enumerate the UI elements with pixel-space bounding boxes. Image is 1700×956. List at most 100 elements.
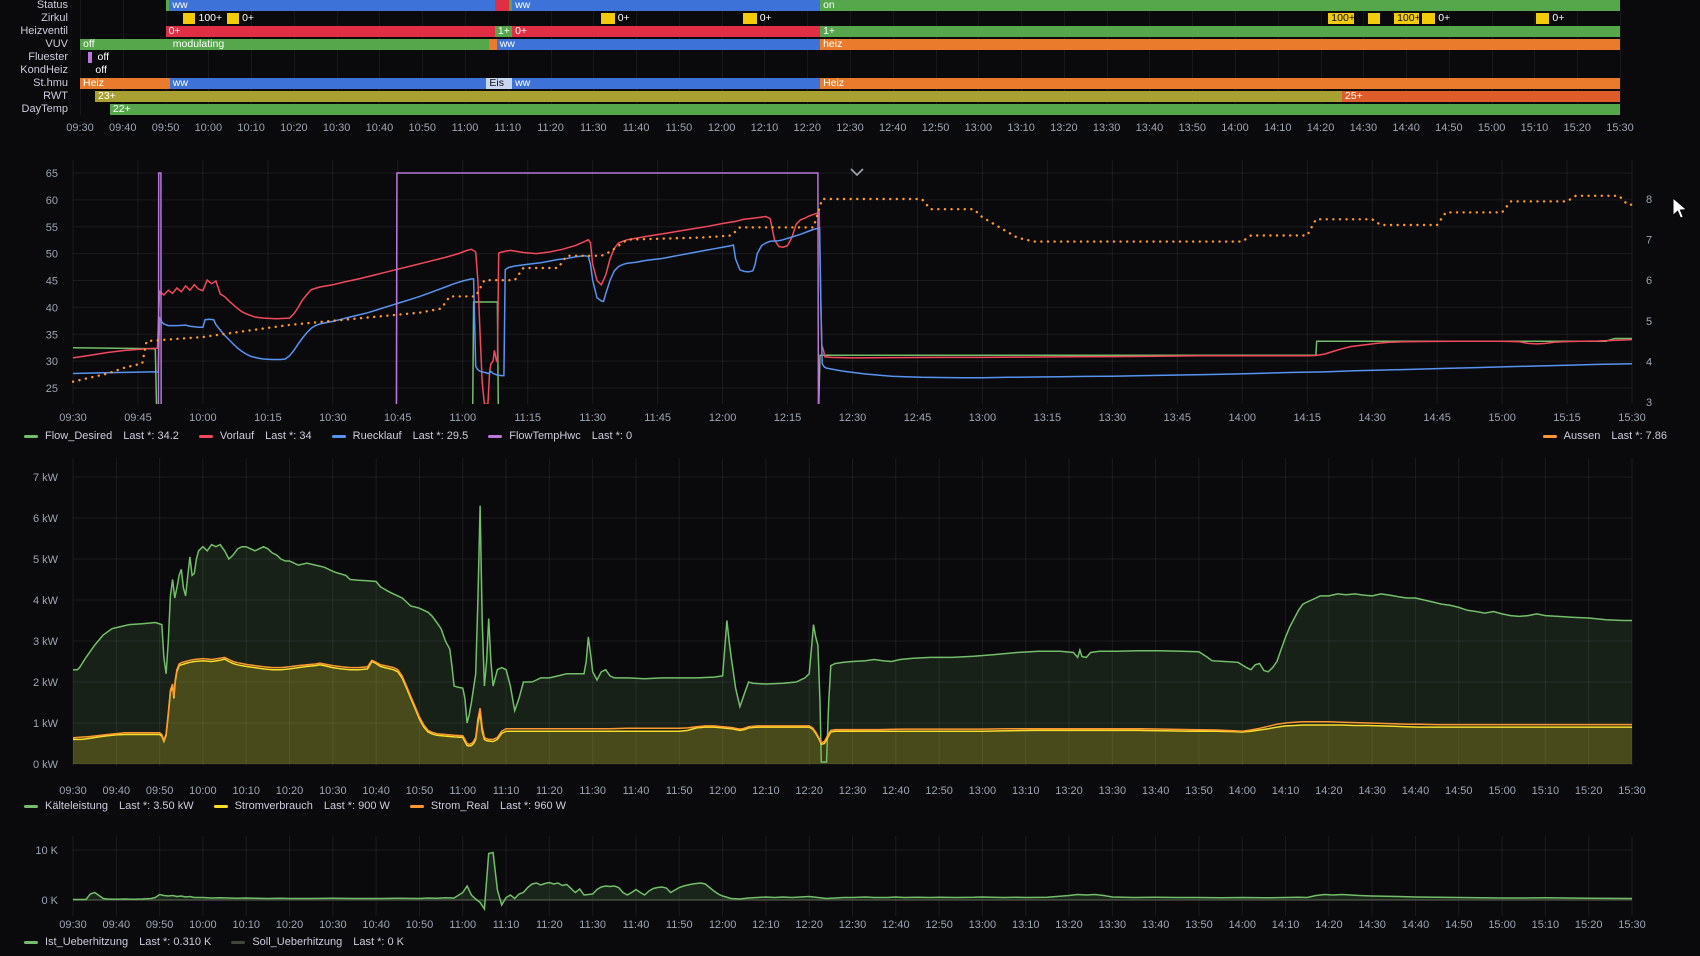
timeline-x-tick-label: 15:30: [1606, 122, 1634, 134]
x-axis-tick-label: 13:00: [969, 919, 997, 931]
x-axis-tick-label: 14:15: [1293, 412, 1321, 424]
timeline-x-tick-label: 15:20: [1563, 122, 1591, 134]
legend-last-value: Last *: 7.86: [1611, 430, 1667, 442]
state-segment[interactable]: [88, 52, 92, 63]
state-segment[interactable]: [183, 13, 196, 24]
state-segment[interactable]: heiz: [820, 39, 1620, 50]
state-segment[interactable]: 0+: [166, 26, 495, 37]
state-segment[interactable]: off: [92, 65, 118, 76]
state-segment[interactable]: Eis: [486, 78, 512, 89]
x-axis-tick-label: 12:30: [839, 785, 867, 797]
state-segment-label: ww: [515, 0, 530, 11]
x-axis-tick-label: 12:50: [925, 919, 953, 931]
y-axis-left-label: 5 kW: [33, 554, 59, 566]
y-axis-left-label: 0 kW: [33, 759, 59, 771]
state-segment[interactable]: 25+: [1342, 91, 1620, 102]
state-segment[interactable]: Heiz: [820, 78, 1620, 89]
charts-canvas: 09:3009:4009:5010:0010:1010:2010:3010:40…: [0, 0, 1700, 956]
temperature-legend-right: AussenLast *: 7.86: [1543, 430, 1667, 442]
state-segment[interactable]: modulating: [170, 39, 489, 50]
state-segment[interactable]: Heiz: [80, 78, 170, 89]
state-segment[interactable]: off: [95, 52, 119, 63]
chevron-down-icon[interactable]: [851, 169, 863, 175]
timeline-row-label: DayTemp: [0, 104, 68, 115]
timeline-gridline: [1620, 0, 1621, 115]
legend-item-Ruecklauf[interactable]: RuecklaufLast *: 29.5: [332, 430, 469, 442]
timeline-gridline: [80, 0, 81, 115]
state-segment[interactable]: [1536, 13, 1549, 24]
timeline-row-label: KondHeiz: [0, 65, 68, 76]
x-axis-tick-label: 14:00: [1228, 785, 1256, 797]
state-segment[interactable]: ww: [169, 0, 495, 11]
state-segment[interactable]: [1422, 13, 1435, 24]
state-segment[interactable]: ww: [497, 39, 820, 50]
legend-item-Soll_Ueberhitzung[interactable]: Soll_UeberhitzungLast *: 0 K: [231, 936, 404, 948]
legend-item-Ist_Ueberhitzung[interactable]: Ist_UeberhitzungLast *: 0.310 K: [24, 936, 211, 948]
series-line-Kälteleistung: [73, 506, 1632, 762]
x-axis-tick-label: 09:30: [59, 412, 87, 424]
state-segment[interactable]: on: [820, 0, 1620, 11]
timeline-row-label: Status: [0, 0, 68, 11]
state-segment[interactable]: ww: [512, 0, 820, 11]
series-line-Strom_Real: [73, 657, 1632, 744]
state-segment[interactable]: ww: [170, 78, 487, 89]
legend-series-dash: [488, 435, 502, 438]
legend-item-Stromverbrauch[interactable]: StromverbrauchLast *: 900 W: [214, 800, 390, 812]
x-axis-tick-label: 11:00: [449, 919, 476, 931]
legend-last-value: Last *: 34.2: [123, 430, 179, 442]
state-segment[interactable]: 22+: [110, 104, 1620, 115]
x-axis-tick-label: 11:00: [449, 785, 476, 797]
state-segment-label: 100+: [1397, 13, 1421, 24]
legend-last-value: Last *: 900 W: [324, 800, 390, 812]
legend-item-Kälteleistung[interactable]: KälteleistungLast *: 3.50 kW: [24, 800, 194, 812]
y-axis-right-label: 8: [1646, 194, 1652, 206]
state-segment[interactable]: [227, 13, 239, 24]
y-axis-left-label: 60: [46, 195, 58, 207]
state-segment[interactable]: [601, 13, 615, 24]
state-segment[interactable]: ww: [512, 78, 820, 89]
y-axis-left-label: 35: [46, 329, 58, 341]
x-axis-tick-label: 10:30: [319, 785, 347, 797]
legend-item-Flow_Desired[interactable]: Flow_Desired Last *: 34.2: [24, 430, 179, 442]
legend-item-Vorlauf[interactable]: VorlaufLast *: 34: [199, 430, 312, 442]
x-axis-tick-label: 11:20: [536, 785, 563, 797]
state-segment[interactable]: off: [80, 39, 170, 50]
state-segment[interactable]: 100+: [1328, 13, 1354, 24]
timeline-x-tick-label: 12:00: [708, 122, 736, 134]
timeline-x-tick-label: 13:10: [1007, 122, 1035, 134]
timeline-x-tick-label: 12:10: [751, 122, 779, 134]
state-segment[interactable]: 1+: [495, 26, 512, 37]
x-axis-tick-label: 11:10: [493, 785, 520, 797]
state-segment[interactable]: 1+: [820, 26, 1620, 37]
x-axis-tick-label: 14:00: [1228, 412, 1256, 424]
x-axis-tick-label: 10:00: [189, 412, 217, 424]
state-segment[interactable]: [1368, 13, 1381, 24]
x-axis-tick-label: 13:40: [1142, 919, 1170, 931]
state-segment-label: 25+: [1345, 91, 1363, 102]
legend-series-dash: [410, 805, 424, 808]
state-segment[interactable]: 100+: [1394, 13, 1419, 24]
x-axis-tick-label: 12:30: [839, 919, 867, 931]
timeline-x-tick-label: 14:40: [1392, 122, 1420, 134]
state-segment[interactable]: 23+: [95, 91, 1342, 102]
state-segment[interactable]: 0+: [512, 26, 820, 37]
state-segment-label: ww: [500, 39, 515, 50]
state-segment[interactable]: [489, 39, 497, 50]
x-axis-tick-label: 11:15: [514, 412, 541, 424]
legend-item-Strom_Real[interactable]: Strom_RealLast *: 960 W: [410, 800, 566, 812]
state-segment[interactable]: [743, 13, 757, 24]
y-axis-left-label: 7 kW: [33, 472, 59, 484]
state-segment[interactable]: [495, 0, 509, 11]
y-axis-right-label: 7: [1646, 235, 1652, 247]
series-line-Ruecklauf: [73, 228, 1632, 378]
state-segment-label: modulating: [173, 39, 224, 50]
timeline-x-tick-label: 12:40: [879, 122, 907, 134]
timeline-row-label: Fluester: [0, 52, 68, 63]
x-axis-tick-label: 10:30: [319, 412, 347, 424]
x-axis-tick-label: 11:00: [449, 412, 476, 424]
legend-series-name: Flow_Desired: [45, 430, 112, 442]
legend-item-FlowTempHwc[interactable]: FlowTempHwcLast *: 0: [488, 430, 632, 442]
timeline-x-tick-label: 11:00: [452, 122, 479, 134]
legend-item-Aussen[interactable]: AussenLast *: 7.86: [1543, 430, 1667, 442]
x-axis-tick-label: 09:40: [103, 919, 131, 931]
